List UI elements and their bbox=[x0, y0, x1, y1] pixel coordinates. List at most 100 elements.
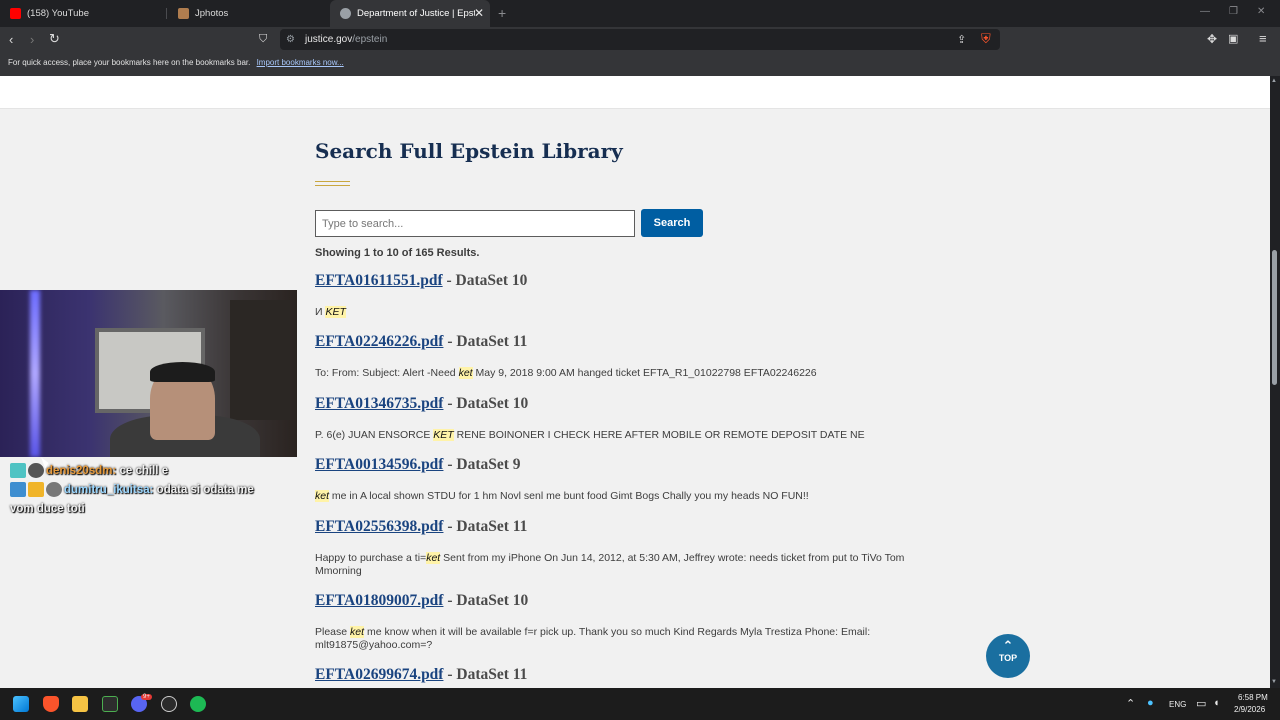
crown-badge-icon bbox=[28, 482, 44, 498]
result-snippet: Happy to purchase a ti=ket Sent from my … bbox=[315, 551, 945, 578]
result-link[interactable]: EFTA01611551.pdf bbox=[315, 272, 443, 289]
result-item: EFTA00134596.pdf - DataSet 9 ket me in A… bbox=[315, 456, 945, 517]
result-item: EFTA01346735.pdf - DataSet 10 P. 6(e) JU… bbox=[315, 395, 945, 456]
background-shelf bbox=[230, 300, 290, 420]
scroll-up-arrow[interactable]: ▲ bbox=[1271, 78, 1277, 84]
brave-shields-icon[interactable]: ⛨ bbox=[981, 31, 991, 47]
snippet-highlight: ket bbox=[350, 625, 365, 638]
microphone-icon[interactable]: ● bbox=[1147, 697, 1154, 709]
chat-username: dumitru_ikuitsa: bbox=[64, 484, 154, 496]
extensions-icon[interactable]: ✥ bbox=[1207, 31, 1217, 47]
bookmark-icon[interactable]: ⛉ bbox=[259, 31, 267, 47]
result-dataset: - DataSet 11 bbox=[443, 333, 528, 351]
share-icon[interactable]: ⇪ bbox=[957, 32, 966, 48]
menu-icon[interactable]: ≡ bbox=[1259, 31, 1267, 47]
led-strip bbox=[30, 290, 40, 457]
search-input[interactable] bbox=[315, 210, 635, 237]
youtube-icon bbox=[10, 8, 21, 19]
wallet-icon[interactable]: ▣ bbox=[1228, 31, 1238, 47]
clock-time[interactable]: 6:58 PM bbox=[1238, 693, 1268, 702]
new-tab-button[interactable]: + bbox=[498, 5, 506, 21]
snippet-text: Please bbox=[315, 625, 351, 638]
close-tab-icon[interactable]: ✕ bbox=[474, 6, 484, 20]
result-link[interactable]: EFTA01809007.pdf bbox=[315, 592, 443, 609]
result-link[interactable]: EFTA02699674.pdf bbox=[315, 666, 443, 683]
result-item: EFTA02699674.pdf - DataSet 11 bbox=[315, 666, 945, 688]
page-title: Search Full Epstein Library bbox=[315, 139, 623, 163]
result-item: EFTA02556398.pdf - DataSet 11 Happy to p… bbox=[315, 518, 945, 592]
result-link[interactable]: EFTA00134596.pdf bbox=[315, 456, 443, 473]
result-dataset: - DataSet 11 bbox=[443, 665, 528, 683]
forward-icon[interactable]: › bbox=[30, 32, 34, 48]
snippet-text: RENE BOINONER I CHECK HERE AFTER MOBILE … bbox=[453, 428, 865, 441]
clock-date[interactable]: 2/9/2026 bbox=[1234, 705, 1265, 714]
results-summary: Showing 1 to 10 of 165 Results. bbox=[315, 247, 480, 259]
search-button[interactable]: Search bbox=[641, 209, 703, 237]
result-dataset: - DataSet 10 bbox=[443, 591, 529, 609]
result-title: EFTA00134596.pdf - DataSet 9 bbox=[315, 456, 945, 474]
streamer-hair bbox=[150, 362, 215, 382]
file-explorer-icon[interactable] bbox=[72, 696, 88, 712]
top-label: TOP bbox=[998, 653, 1018, 663]
show-hidden-icons-chevron-icon[interactable]: ⌃ bbox=[1126, 697, 1135, 710]
restore-icon[interactable]: ❐ bbox=[1229, 6, 1238, 17]
jphotos-icon bbox=[178, 8, 189, 19]
brave-browser-icon[interactable] bbox=[43, 696, 59, 712]
result-link[interactable]: EFTA02246226.pdf bbox=[315, 333, 443, 350]
result-title: EFTA01611551.pdf - DataSet 10 bbox=[315, 272, 945, 290]
result-snippet: Please ket me know when it will be avail… bbox=[315, 625, 945, 652]
result-title: EFTA01346735.pdf - DataSet 10 bbox=[315, 395, 945, 413]
user-badge-icon bbox=[28, 463, 44, 479]
stream-chat: denis20sdm: ce chill e dumitru_ikuitsa: … bbox=[10, 462, 260, 519]
heading-underline bbox=[315, 181, 350, 186]
snippet-text: И bbox=[315, 306, 326, 318]
snippet-text: Happy to purchase a ti= bbox=[315, 551, 427, 564]
chat-username: denis20sdm: bbox=[46, 465, 117, 477]
result-snippet: ket me in A local shown STDU for 1 hm No… bbox=[315, 490, 945, 503]
tab-title: (158) YouTube bbox=[27, 8, 89, 19]
result-title: EFTA02556398.pdf - DataSet 11 bbox=[315, 518, 945, 536]
subscriber-badge-icon bbox=[10, 463, 26, 479]
snippet-highlight: ket bbox=[315, 490, 330, 503]
volume-icon[interactable]: ◖ bbox=[1213, 697, 1220, 709]
xbox-app-icon[interactable] bbox=[102, 696, 118, 712]
result-title: EFTA02699674.pdf - DataSet 11 bbox=[315, 666, 945, 684]
import-bookmarks-link[interactable]: Import bookmarks now... bbox=[257, 58, 344, 67]
windows-start-icon[interactable] bbox=[13, 696, 29, 712]
tab-title: Department of Justice | Epstein L bbox=[357, 8, 475, 19]
chat-text: ce chill e bbox=[116, 465, 169, 477]
tab-doj-epstein[interactable]: Department of Justice | Epstein L ✕ bbox=[330, 0, 490, 27]
network-icon[interactable]: ▭ bbox=[1196, 697, 1206, 710]
result-dataset: - DataSet 9 bbox=[443, 456, 521, 474]
minimize-icon[interactable]: — bbox=[1200, 6, 1210, 17]
input-language[interactable]: ENG bbox=[1169, 700, 1186, 709]
back-to-top-button[interactable]: ⌃ TOP bbox=[986, 634, 1030, 678]
tab-separator bbox=[166, 8, 167, 19]
result-dataset: - DataSet 10 bbox=[443, 394, 529, 412]
scroll-down-arrow[interactable]: ▼ bbox=[1271, 679, 1277, 685]
result-link[interactable]: EFTA02556398.pdf bbox=[315, 518, 443, 535]
sub-gift-badge-icon bbox=[10, 482, 26, 498]
tab-youtube[interactable]: (158) YouTube bbox=[0, 0, 165, 27]
snippet-highlight: KET bbox=[325, 306, 346, 318]
spotify-icon[interactable] bbox=[190, 696, 206, 712]
taskbar: 9+ ⌃ ● ENG ▭ ◖ 6:58 PM 2/9/2026 bbox=[0, 688, 1280, 720]
back-icon[interactable]: ‹ bbox=[9, 32, 13, 48]
snippet-text: me know when it will be available f=r pi… bbox=[315, 625, 871, 651]
result-link[interactable]: EFTA01346735.pdf bbox=[315, 395, 443, 412]
address-bar[interactable] bbox=[280, 29, 1000, 50]
reload-icon[interactable]: ↻ bbox=[49, 31, 60, 47]
result-dataset: - DataSet 10 bbox=[442, 272, 528, 289]
results-list: EFTA01611551.pdf - DataSet 10 И KET EFTA… bbox=[315, 272, 945, 688]
result-item: EFTA01809007.pdf - DataSet 10 Please ket… bbox=[315, 592, 945, 666]
obs-icon[interactable] bbox=[161, 696, 177, 712]
result-item: EFTA01611551.pdf - DataSet 10 И KET bbox=[315, 272, 945, 333]
bookmarks-hint: For quick access, place your bookmarks h… bbox=[8, 58, 251, 67]
snippet-text: P. 6(e) JUAN ENSORCE bbox=[315, 428, 434, 441]
tab-jphotos[interactable]: Jphotos bbox=[168, 0, 328, 27]
url-text[interactable]: justice.gov/epstein bbox=[305, 34, 387, 45]
site-info-icon[interactable]: ⚙ bbox=[286, 32, 295, 48]
close-window-icon[interactable]: ✕ bbox=[1257, 6, 1265, 17]
snippet-text: To: From: Subject: Alert -Need bbox=[315, 367, 459, 380]
scrollbar-thumb[interactable] bbox=[1272, 250, 1277, 385]
